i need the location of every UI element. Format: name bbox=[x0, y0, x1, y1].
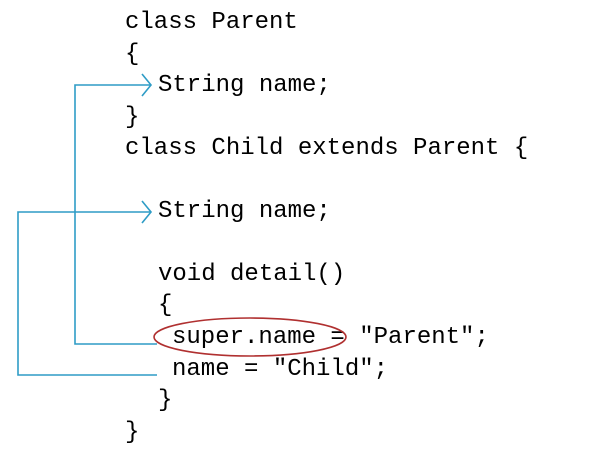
name-to-child-field-arrow bbox=[17, 211, 157, 376]
reference-arrows bbox=[17, 73, 347, 376]
super-to-parent-field-arrow bbox=[74, 84, 157, 345]
super-name-highlight-ellipse bbox=[153, 317, 347, 357]
